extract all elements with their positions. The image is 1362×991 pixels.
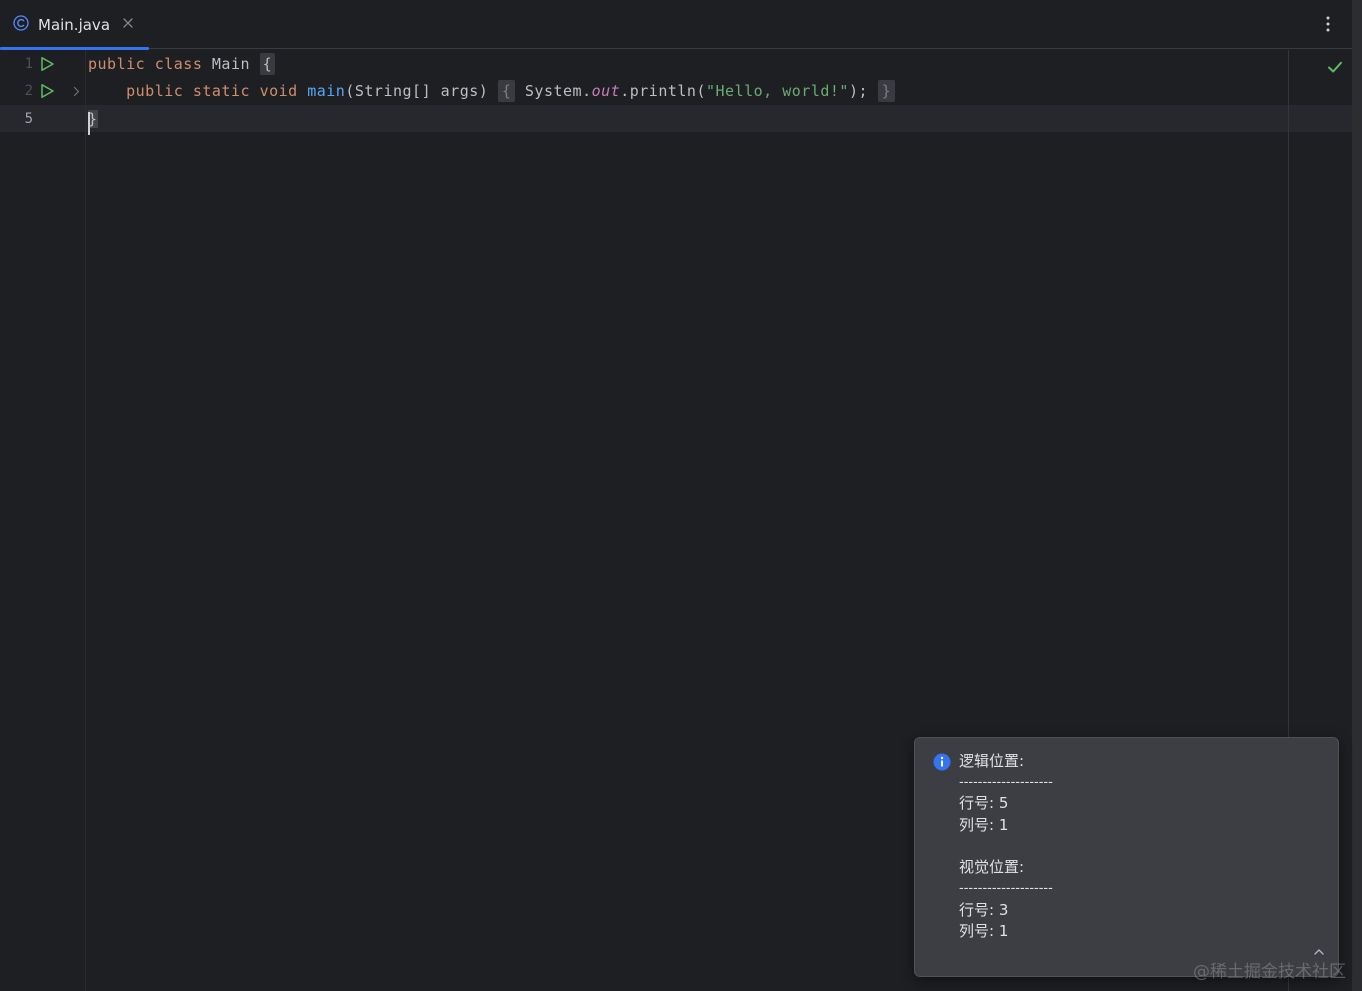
line-number: 2 xyxy=(24,83,33,99)
visual-column-number: 列号: 1 xyxy=(959,922,1009,940)
gutter-divider xyxy=(85,50,86,991)
ide-window: Main.java 1 public class Main { 2 public… xyxy=(0,0,1362,991)
tab-title: Main.java xyxy=(38,16,111,34)
line-number-current: 5 xyxy=(24,111,33,127)
more-vertical-icon[interactable] xyxy=(1320,14,1336,34)
info-popup: 逻辑位置: -------------------- 行号: 5 列号: 1 视… xyxy=(914,737,1339,977)
vertical-scrollbar[interactable] xyxy=(1352,0,1362,991)
editor-tab-bar: Main.java xyxy=(0,0,1352,50)
current-line-highlight xyxy=(0,105,1352,132)
logical-line-number: 行号: 5 xyxy=(959,794,1009,812)
code-line-3: } xyxy=(88,106,98,135)
code-token: System. xyxy=(515,82,592,100)
code-token: public xyxy=(88,55,155,73)
code-token: "Hello, world!" xyxy=(706,82,849,100)
separator: -------------------- xyxy=(959,881,1053,896)
code-token: class xyxy=(154,55,212,73)
code-token: public xyxy=(126,82,193,100)
class-c-icon xyxy=(13,15,29,31)
folded-region-start[interactable]: { xyxy=(497,80,516,102)
code-token: (String[] args) xyxy=(345,82,489,100)
separator: -------------------- xyxy=(959,775,1053,790)
info-icon xyxy=(933,753,951,771)
folded-region-end[interactable]: } xyxy=(877,80,896,102)
logical-position-title: 逻辑位置: xyxy=(959,752,1025,770)
visual-position-title: 视觉位置: xyxy=(959,858,1025,876)
matched-brace: } xyxy=(88,110,98,135)
chevron-up-icon[interactable] xyxy=(1313,946,1325,958)
code-line-1: public class Main { xyxy=(88,51,276,78)
matched-brace: { xyxy=(259,53,276,75)
chevron-right-icon[interactable] xyxy=(71,86,82,97)
code-token: ); xyxy=(848,82,869,100)
run-icon[interactable] xyxy=(39,83,55,99)
code-token: main xyxy=(307,82,346,100)
tab-main-java[interactable]: Main.java xyxy=(0,0,149,50)
code-line-2: public static void main(String[] args) {… xyxy=(88,78,896,105)
run-icon[interactable] xyxy=(39,56,55,72)
code-token: void xyxy=(259,82,308,100)
check-icon[interactable] xyxy=(1326,58,1344,76)
code-token: .println( xyxy=(620,82,706,100)
code-token: Main xyxy=(211,55,260,73)
line-number: 1 xyxy=(24,56,33,72)
text-caret xyxy=(88,112,90,135)
code-token: out xyxy=(591,82,621,100)
close-icon[interactable] xyxy=(121,16,135,30)
watermark: @稀土掘金技术社区 xyxy=(1193,962,1346,982)
visual-line-number: 行号: 3 xyxy=(959,901,1009,919)
logical-column-number: 列号: 1 xyxy=(959,816,1009,834)
code-token: static xyxy=(192,82,260,100)
